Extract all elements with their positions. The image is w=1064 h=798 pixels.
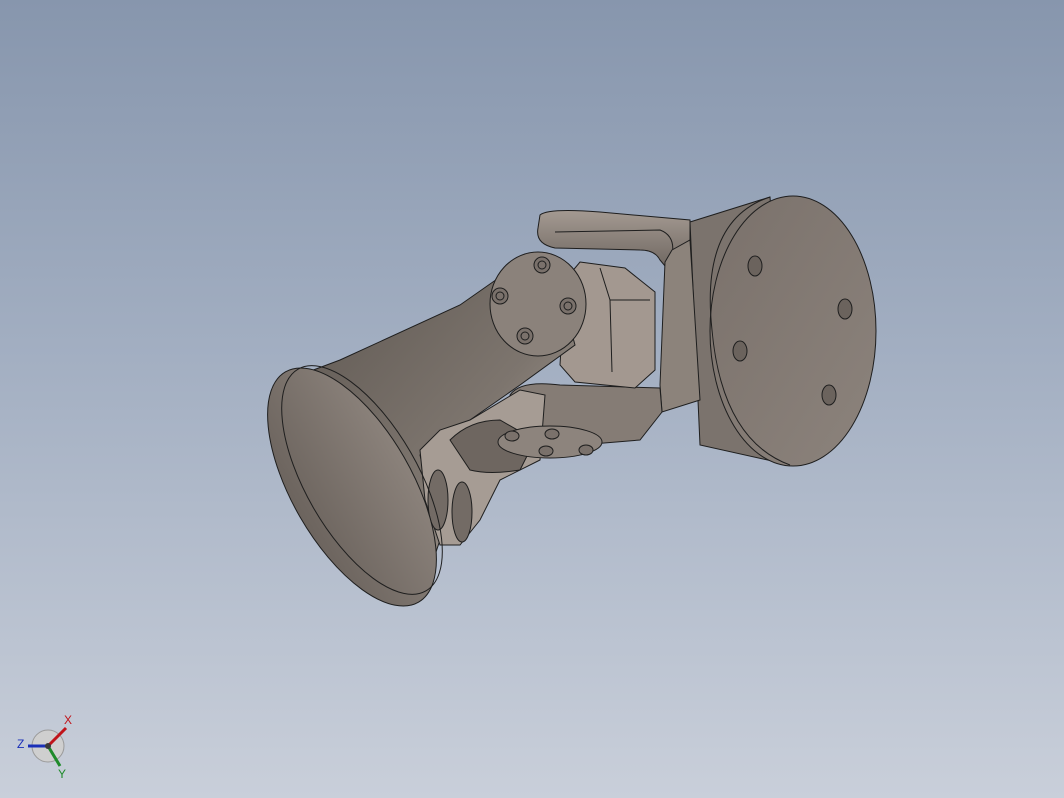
- view-orientation-triad[interactable]: X Y Z: [14, 710, 78, 782]
- right-disk-flange[interactable]: [709, 195, 877, 467]
- left-yoke-bore-2: [451, 481, 473, 543]
- bolt-hole: [747, 255, 763, 277]
- bolt-head: [491, 287, 509, 305]
- bolt-head: [533, 256, 551, 274]
- universal-joint-model[interactable]: [0, 0, 1064, 798]
- bolt-head: [578, 444, 594, 456]
- bolt-head: [544, 428, 560, 440]
- bolt-head: [559, 297, 577, 315]
- bolt-head: [504, 430, 520, 442]
- triad-y-label: Y: [58, 767, 66, 781]
- graphics-viewport[interactable]: X Y Z: [0, 0, 1064, 798]
- bolt-hole: [837, 298, 853, 320]
- triad-origin-dot: [45, 743, 51, 749]
- bolt-head: [538, 445, 554, 457]
- triad-x-label: X: [64, 713, 72, 727]
- bolt-hole: [732, 340, 748, 362]
- bolt-head: [516, 327, 534, 345]
- triad-z-label: Z: [17, 737, 24, 751]
- bolt-hole: [821, 384, 837, 406]
